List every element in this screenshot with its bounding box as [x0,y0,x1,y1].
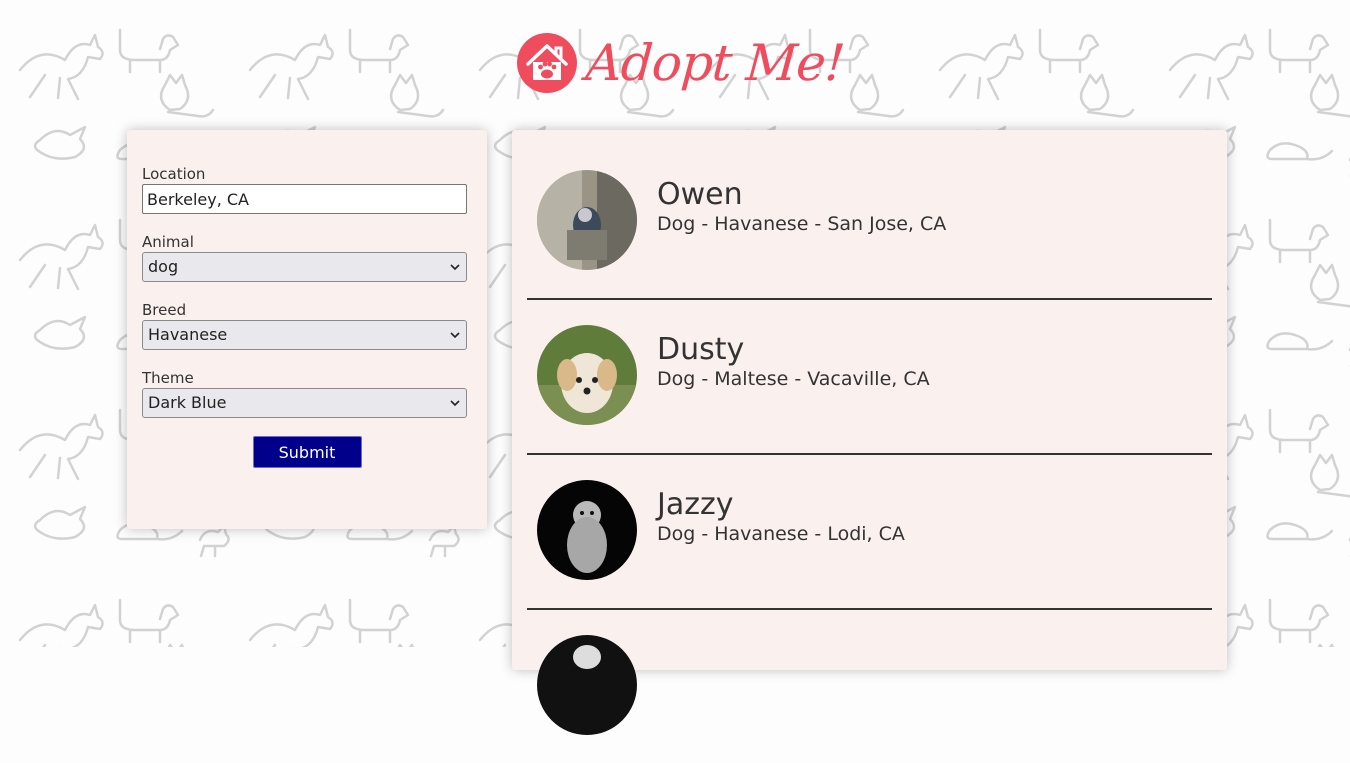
theme-select[interactable]: Dark Blue [142,388,467,418]
pet-photo [537,325,637,425]
chevron-down-icon [450,400,460,407]
pet-description: Dog - Havanese - Lodi, CA [657,523,905,545]
animal-select-value: dog [148,257,179,276]
location-label: Location [142,165,206,183]
house-paw-icon [516,33,577,93]
pet-card[interactable]: Jazzy Dog - Havanese - Lodi, CA [527,455,1212,610]
pet-photo [537,480,637,580]
pet-info: Owen Dog - Havanese - San Jose, CA [657,178,946,236]
animal-field: Animal dog [142,232,472,282]
pet-photo [537,635,637,735]
pet-photo [537,170,637,270]
results-list: Owen Dog - Havanese - San Jose, CA Dusty… [512,130,1227,735]
theme-field: Theme Dark Blue [142,368,472,418]
header: Adopt Me! [0,0,1350,118]
pet-description: Dog - Havanese - San Jose, CA [657,213,947,235]
site-title: Adopt Me! [583,34,847,92]
submit-wrap: Submit [142,436,472,468]
animal-select[interactable]: dog [142,252,467,282]
chevron-down-icon [450,332,460,339]
logo-link[interactable]: Adopt Me! [516,32,847,94]
pet-card[interactable]: Owen Dog - Havanese - San Jose, CA [527,130,1212,300]
location-field: Location [142,164,472,214]
pet-name: Dusty [657,332,745,367]
location-input[interactable] [142,184,467,214]
theme-label: Theme [142,369,194,387]
pet-card[interactable]: Dusty Dog - Maltese - Vacaville, CA [527,300,1212,455]
pet-card[interactable] [527,610,1212,763]
breed-field: Breed Havanese [142,300,472,350]
theme-select-value: Dark Blue [148,393,227,412]
submit-button[interactable]: Submit [252,436,362,468]
pet-info: Dusty Dog - Maltese - Vacaville, CA [657,333,930,391]
animal-label: Animal [142,233,194,251]
search-form: Location Animal dog Breed Havanese Theme… [127,130,487,529]
pet-info: Jazzy Dog - Havanese - Lodi, CA [657,488,905,546]
chevron-down-icon [450,264,460,271]
pet-name: Jazzy [657,487,734,522]
breed-select[interactable]: Havanese [142,320,467,350]
pet-name: Owen [657,177,743,212]
breed-label: Breed [142,301,187,319]
breed-select-value: Havanese [148,325,228,344]
pet-description: Dog - Maltese - Vacaville, CA [657,368,930,390]
